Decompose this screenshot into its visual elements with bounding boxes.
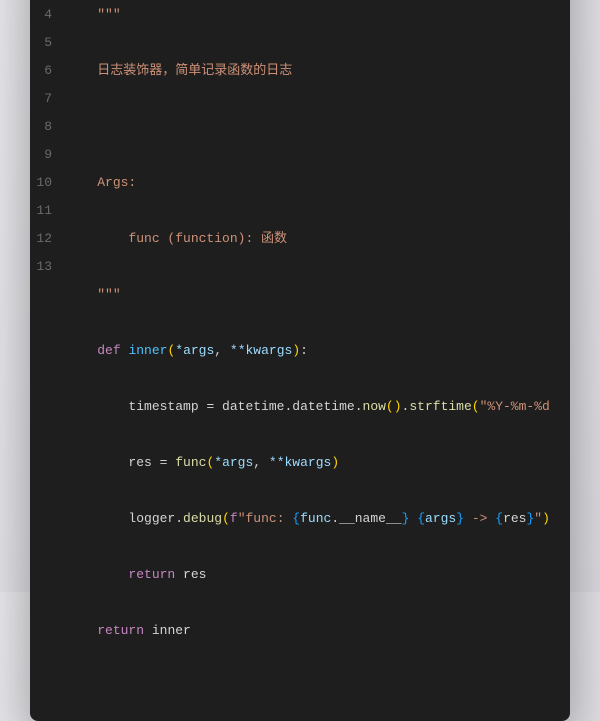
code-line: 日志装饰器，简单记录函数的日志 <box>66 57 556 85</box>
code-line: def inner(*args, **kwargs): <box>66 337 556 365</box>
code-line: logger.debug(f"func: {func.__name__} {ar… <box>66 505 556 533</box>
line-number: 13 <box>30 253 52 281</box>
code-line: res = func(*args, **kwargs) <box>66 449 556 477</box>
line-number: 9 <box>30 141 52 169</box>
code-line <box>66 113 556 141</box>
line-number: 4 <box>30 1 52 29</box>
code-line: return inner <box>66 617 556 645</box>
code-window: 1 2 3 4 5 6 7 8 9 10 11 12 13 def log(fu… <box>30 0 570 721</box>
line-number: 5 <box>30 29 52 57</box>
code-line: """ <box>66 1 556 29</box>
code-line: func (function): 函数 <box>66 225 556 253</box>
line-number: 7 <box>30 85 52 113</box>
code-line: timestamp = datetime.datetime.now().strf… <box>66 393 556 421</box>
code-line: """ <box>66 281 556 309</box>
code-content: def log(func): """ 日志装饰器，简单记录函数的日志 Args:… <box>66 0 556 701</box>
line-number: 6 <box>30 57 52 85</box>
code-area: 1 2 3 4 5 6 7 8 9 10 11 12 13 def log(fu… <box>30 0 570 701</box>
code-line: return res <box>66 561 556 589</box>
line-number: 10 <box>30 169 52 197</box>
line-gutter: 1 2 3 4 5 6 7 8 9 10 11 12 13 <box>30 0 66 701</box>
line-number: 11 <box>30 197 52 225</box>
line-number: 8 <box>30 113 52 141</box>
line-number: 12 <box>30 225 52 253</box>
code-line: Args: <box>66 169 556 197</box>
